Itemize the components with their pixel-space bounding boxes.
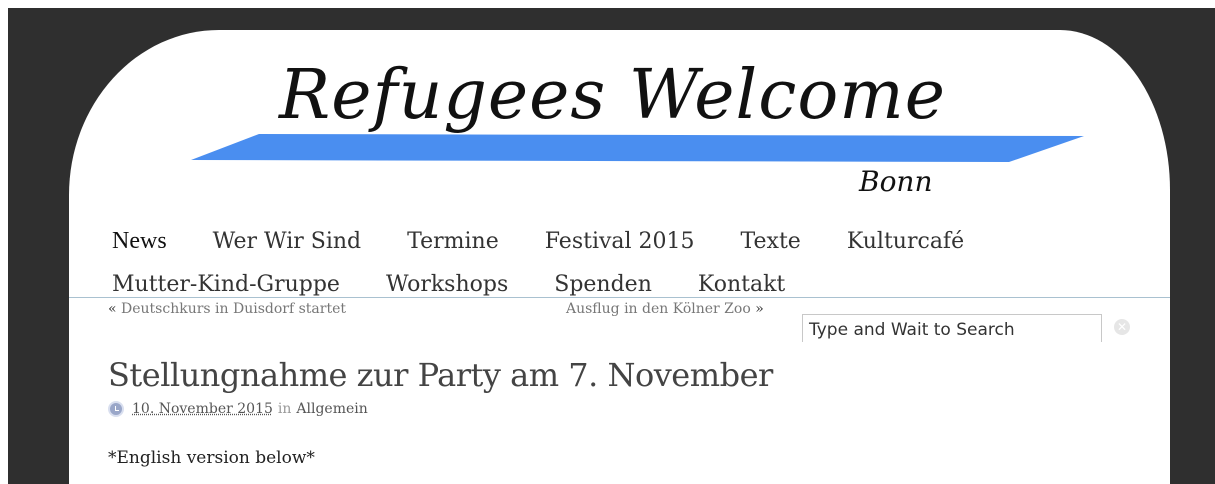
post-category-link[interactable]: Allgemein (296, 401, 367, 417)
main-nav: News Wer Wir Sind Termine Festival 2015 … (112, 220, 1112, 306)
post-meta: 10. November 2015 in Allgemein (108, 401, 368, 417)
nav-item-mutter-kind-gruppe[interactable]: Mutter-Kind-Gruppe (112, 272, 340, 297)
nav-item-termine[interactable]: Termine (407, 229, 499, 254)
close-circle-icon[interactable]: ✕ (1114, 319, 1130, 335)
next-arrow: » (755, 301, 764, 317)
nav-item-texte[interactable]: Texte (741, 229, 801, 254)
nav-item-festival-2015[interactable]: Festival 2015 (545, 229, 695, 254)
meta-in-label: in (277, 401, 292, 417)
nav-item-wer-wir-sind[interactable]: Wer Wir Sind (213, 229, 361, 254)
nav-row-2: Mutter-Kind-Gruppe Workshops Spenden Kon… (112, 263, 1112, 306)
post-title: Stellungnahme zur Party am 7. November (108, 356, 773, 394)
nav-item-kulturcafe[interactable]: Kulturcafé (847, 229, 964, 254)
post-intro: *English version below* (108, 448, 315, 468)
prev-arrow: « (108, 301, 117, 317)
prev-post-link[interactable]: Deutschkurs in Duisdorf startet (121, 301, 346, 317)
site-logo[interactable]: Refugees Welcome Bonn (69, 30, 1170, 220)
next-post-link[interactable]: Ausflug in den Kölner Zoo (566, 301, 751, 317)
nav-item-spenden[interactable]: Spenden (554, 272, 652, 297)
post-date[interactable]: 10. November 2015 (132, 401, 273, 417)
prev-post-nav: « Deutschkurs in Duisdorf startet (108, 301, 346, 317)
nav-item-kontakt[interactable]: Kontakt (698, 272, 785, 297)
search-input[interactable]: Type and Wait to Search (802, 314, 1102, 342)
nav-divider (69, 297, 1170, 298)
page-card: Refugees Welcome Bonn News Wer Wir Sind … (69, 30, 1170, 484)
clock-icon (108, 401, 124, 417)
nav-item-news[interactable]: News (112, 228, 167, 255)
logo-title: Refugees Welcome (279, 56, 947, 135)
nav-row-1: News Wer Wir Sind Termine Festival 2015 … (112, 220, 1112, 263)
next-post-nav: Ausflug in den Kölner Zoo » (566, 301, 764, 317)
logo-subtitle: Bonn (859, 165, 933, 198)
nav-item-workshops[interactable]: Workshops (386, 272, 508, 297)
